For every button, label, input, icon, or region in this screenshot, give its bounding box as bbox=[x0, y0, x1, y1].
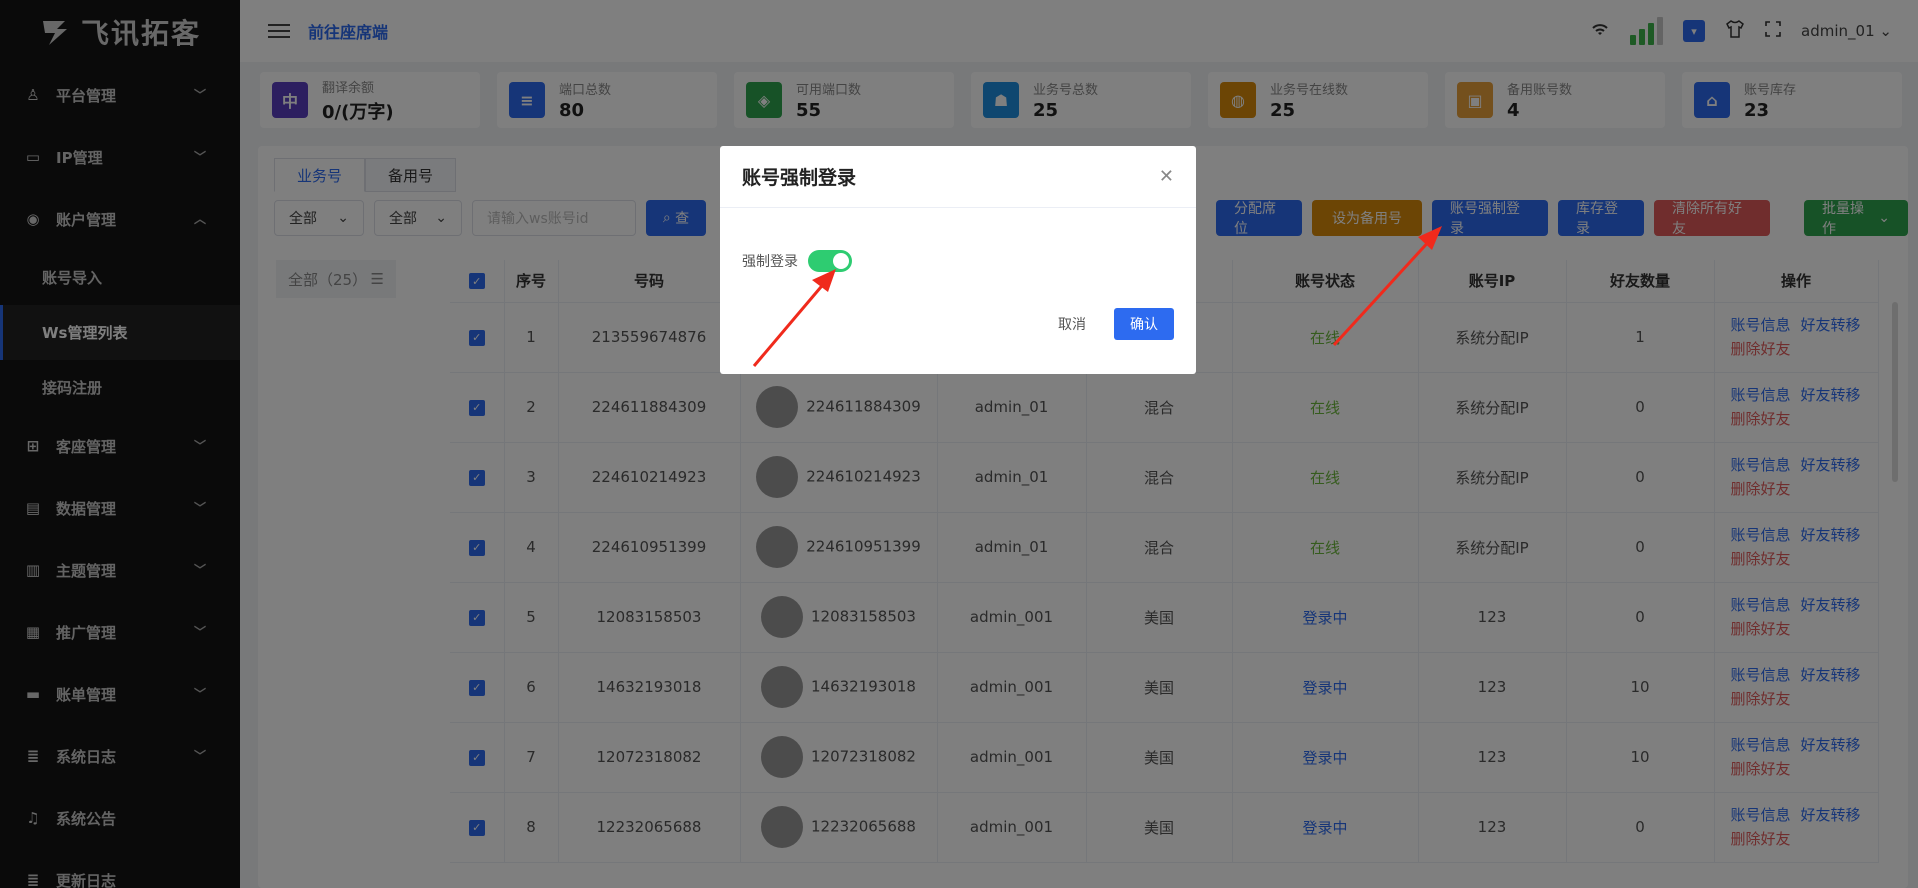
cancel-button[interactable]: 取消 bbox=[1042, 308, 1102, 340]
force-login-switch[interactable] bbox=[808, 250, 852, 272]
close-icon[interactable]: ✕ bbox=[1159, 166, 1174, 187]
force-login-row: 强制登录 bbox=[742, 250, 852, 272]
force-login-dialog: 账号强制登录 ✕ 强制登录 取消 确认 bbox=[720, 146, 1196, 374]
modal-overlay[interactable] bbox=[0, 0, 1918, 888]
confirm-button[interactable]: 确认 bbox=[1114, 308, 1174, 340]
force-login-label: 强制登录 bbox=[742, 254, 798, 270]
dialog-footer: 取消 确认 bbox=[1042, 308, 1174, 340]
dialog-title: 账号强制登录 bbox=[720, 146, 1196, 208]
